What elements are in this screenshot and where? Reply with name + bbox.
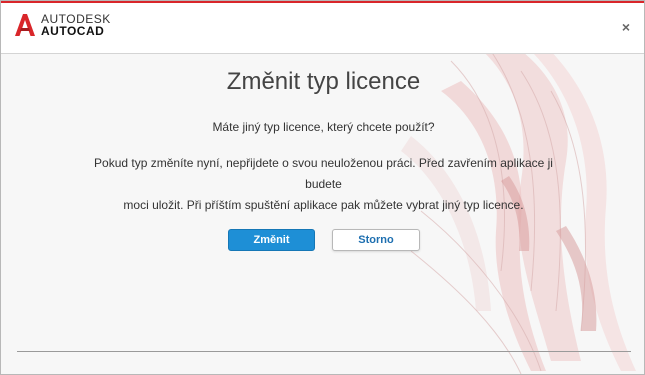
dialog-title: Změnit typ licence: [226, 68, 421, 95]
autocad-logo: AUTODESK AUTOCAD: [15, 13, 111, 37]
dialog-question: Máte jiný typ licence, který chcete použ…: [212, 120, 435, 134]
dialog-body: Pokud typ změníte nyní, nepřijdete o svo…: [81, 153, 566, 216]
footer-divider: [17, 351, 631, 352]
change-button[interactable]: Změnit: [228, 229, 315, 251]
cancel-button[interactable]: Storno: [332, 229, 420, 251]
autocad-a-icon: [15, 14, 35, 36]
brand-product: AUTOCAD: [41, 24, 105, 38]
dialog-content: Změnit typ licence Máte jiný typ licence…: [1, 54, 644, 354]
body-line-2: moci uložit. Při příštím spuštění aplika…: [123, 198, 524, 212]
dialog-header: AUTODESK AUTOCAD ×: [1, 3, 644, 54]
close-icon[interactable]: ×: [622, 19, 630, 35]
license-dialog: AUTODESK AUTOCAD × Změnit typ licence Má…: [0, 0, 645, 375]
body-line-1: Pokud typ změníte nyní, nepřijdete o svo…: [94, 156, 553, 191]
